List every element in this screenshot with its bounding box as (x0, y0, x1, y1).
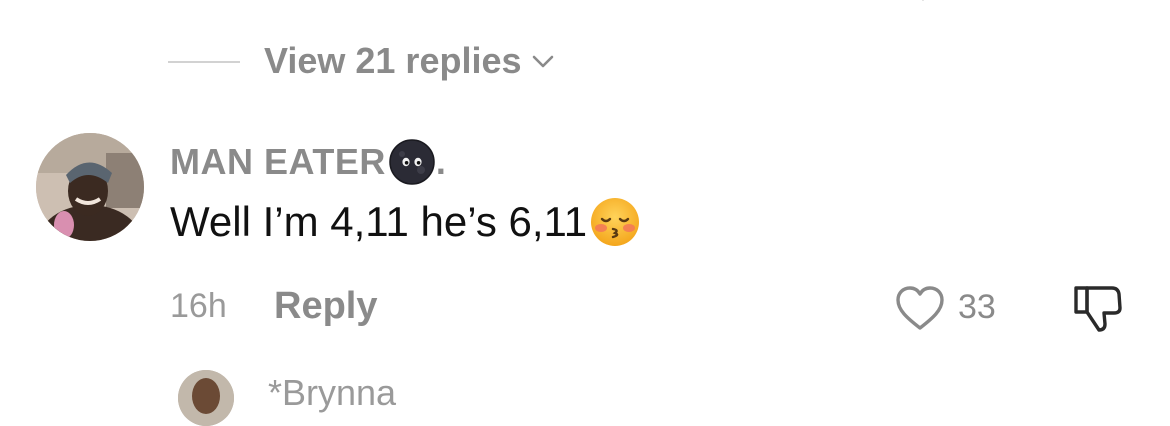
view-replies-label: View 21 replies (264, 40, 522, 81)
replies-divider (168, 61, 240, 63)
thumbs-down-outline-icon[interactable] (1072, 282, 1124, 336)
comment-timestamp: 16h (170, 287, 227, 325)
previous-dislike-icon[interactable] (1082, 0, 1118, 10)
username-suffix: . (435, 141, 447, 182)
comment-text: Well I’m 4,11 he’s 6,11 (170, 196, 641, 248)
reply-button[interactable]: Reply (274, 285, 377, 328)
comment-body: Well I’m 4,11 he’s 6,11 (170, 198, 588, 245)
next-comment-username[interactable]: *Brynna (268, 372, 396, 414)
next-comment-avatar[interactable] (178, 370, 234, 426)
comment-username[interactable]: MAN EATER . (170, 138, 446, 186)
avatar[interactable] (36, 133, 144, 241)
previous-like-icon[interactable] (905, 0, 941, 8)
new-moon-face-emoji (389, 139, 435, 185)
kissing-face-with-closed-eyes-emoji (591, 198, 640, 246)
username-text: MAN EATER (170, 141, 386, 182)
chevron-down-icon (532, 55, 553, 68)
view-replies-button[interactable]: View 21 replies (264, 40, 556, 82)
like-count: 33 (958, 288, 996, 326)
heart-outline-icon[interactable] (893, 283, 947, 333)
